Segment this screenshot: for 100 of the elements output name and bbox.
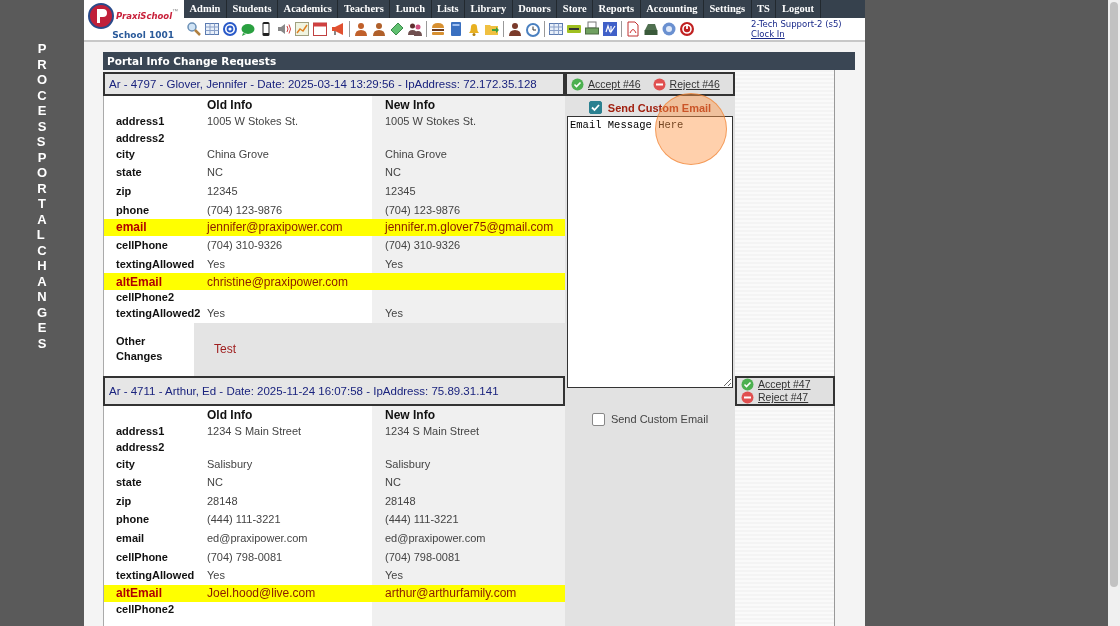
printer-icon[interactable] xyxy=(584,21,600,37)
field-label: state xyxy=(116,166,142,179)
reject-link[interactable]: Reject #46 xyxy=(652,77,720,91)
bell-icon[interactable] xyxy=(466,21,482,37)
book-icon[interactable] xyxy=(448,21,464,37)
field-label: zip xyxy=(116,185,132,198)
nav-item[interactable]: Accounting xyxy=(640,0,704,18)
new-value: (704) 798-0081 xyxy=(385,550,461,563)
field-label: cellPhone xyxy=(116,239,168,252)
document-icon[interactable] xyxy=(625,21,641,37)
new-value: Yes xyxy=(385,257,403,270)
clock-in-link[interactable]: Clock In xyxy=(751,29,785,39)
field-label: textingAllowed2 xyxy=(116,307,201,320)
new-value: NC xyxy=(385,476,401,489)
old-value: NC xyxy=(207,166,223,179)
help-icon[interactable] xyxy=(661,21,677,37)
search-icon[interactable] xyxy=(186,21,202,37)
panel-title: Portal Info Change Requests xyxy=(103,52,855,70)
old-value: (704) 798-0081 xyxy=(207,550,283,563)
register-icon[interactable] xyxy=(643,21,659,37)
nav-item[interactable]: Donors xyxy=(512,0,558,18)
old-value: christine@praxipower.com xyxy=(207,274,348,289)
speaker-icon[interactable] xyxy=(276,21,292,37)
tile-icon[interactable] xyxy=(602,21,618,37)
column-heading: New Info xyxy=(385,98,436,112)
checkbox[interactable] xyxy=(588,101,602,114)
field-label: address1 xyxy=(116,425,165,438)
chart-icon[interactable] xyxy=(294,21,310,37)
nav-item[interactable]: Reports xyxy=(593,0,641,18)
checkbox[interactable] xyxy=(591,412,605,426)
check-icon xyxy=(571,77,584,91)
person-icon[interactable] xyxy=(371,21,387,37)
reject-link[interactable]: Reject #47 xyxy=(741,390,833,404)
accept-link[interactable]: Accept #46 xyxy=(571,77,641,91)
grid-icon[interactable] xyxy=(204,21,220,37)
checkbox-label: Send Custom Email xyxy=(610,413,709,426)
user-name: 2-Tech Support-2 (s5) xyxy=(751,19,843,29)
new-value: ed@praxipower.com xyxy=(385,532,486,544)
nav-item[interactable]: Lists xyxy=(431,0,466,18)
other-changes-label: Other Changes xyxy=(116,334,164,365)
nav-item[interactable]: Settings xyxy=(704,0,752,18)
new-value: 1005 W Stokes St. xyxy=(385,115,477,128)
nav-item[interactable]: Academics xyxy=(278,0,339,18)
nav-item[interactable]: Logout xyxy=(776,0,821,18)
ring-icon[interactable] xyxy=(222,21,238,37)
nav-item[interactable]: Students xyxy=(226,0,279,18)
old-value: 1234 S Main Street xyxy=(207,425,302,438)
nav-item[interactable]: Store xyxy=(557,0,594,18)
brand-name: PraxiSchool xyxy=(116,11,173,21)
nav-item[interactable]: Lunch xyxy=(390,0,432,18)
nav-item[interactable]: Teachers xyxy=(338,0,391,18)
request-header: Ar - 4797 - Glover, Jennifer - Date: 2025-03-14 13:29:56 - IpAddress: 72.172.35.128 xyxy=(103,72,565,96)
old-value: (704) 310-9326 xyxy=(207,239,283,252)
old-value: jennifer@praxipower.com xyxy=(207,220,343,235)
field-label: phone xyxy=(116,513,149,526)
old-value: 28148 xyxy=(207,494,238,507)
new-value: (444) 111-3221 xyxy=(385,513,459,526)
field-label: textingAllowed xyxy=(116,569,195,582)
nav-item[interactable]: Library xyxy=(465,0,513,18)
calendar-icon[interactable] xyxy=(312,21,328,37)
field-label: state xyxy=(116,476,142,489)
power-icon[interactable] xyxy=(679,21,695,37)
minus-icon xyxy=(741,390,754,404)
old-value: Yes xyxy=(207,569,225,582)
message-field[interactable]: Email Message Here xyxy=(567,116,733,388)
table-icon[interactable] xyxy=(548,21,564,37)
nav-item[interactable]: Admin xyxy=(184,0,227,18)
nav-item[interactable]: TS xyxy=(751,0,777,18)
checkbox-label: Send Custom Email xyxy=(607,101,712,114)
person-icon[interactable] xyxy=(353,21,369,37)
column-heading: Old Info xyxy=(207,98,254,112)
field-label: email xyxy=(116,220,147,235)
new-value: Yes xyxy=(385,307,403,320)
burger-icon[interactable] xyxy=(430,21,446,37)
new-value: (704) 310-9326 xyxy=(385,239,461,252)
field-label: altEmail xyxy=(116,586,163,600)
field-label: altEmail xyxy=(116,274,163,289)
ticket-icon[interactable] xyxy=(389,21,405,37)
people-icon[interactable] xyxy=(407,21,423,37)
field-label: cellPhone2 xyxy=(116,602,175,615)
clock-icon[interactable] xyxy=(525,21,541,37)
old-value: Joel.hood@live.com xyxy=(207,586,316,600)
field-label: address1 xyxy=(116,115,165,128)
accept-link[interactable]: Accept #47 xyxy=(741,377,833,391)
new-value: China Grove xyxy=(385,147,447,160)
old-value: NC xyxy=(207,476,223,489)
new-value: 28148 xyxy=(385,494,416,507)
side-title: PROCESS PORTAL CHANGES xyxy=(36,41,48,351)
old-value: (444) 111-3221 xyxy=(207,513,281,526)
new-value: 1234 S Main Street xyxy=(385,425,480,438)
field-label: address2 xyxy=(116,441,165,454)
old-value: 1005 W Stokes St. xyxy=(207,115,299,128)
old-value: Salisbury xyxy=(207,457,253,470)
field-label: city xyxy=(116,147,135,160)
megaphone-icon[interactable] xyxy=(330,21,346,37)
field-label: cellPhone2 xyxy=(116,291,175,304)
old-value: Yes xyxy=(207,307,225,320)
field-label: email xyxy=(116,532,145,544)
person-icon[interactable] xyxy=(507,21,523,37)
field-label: city xyxy=(116,457,135,470)
